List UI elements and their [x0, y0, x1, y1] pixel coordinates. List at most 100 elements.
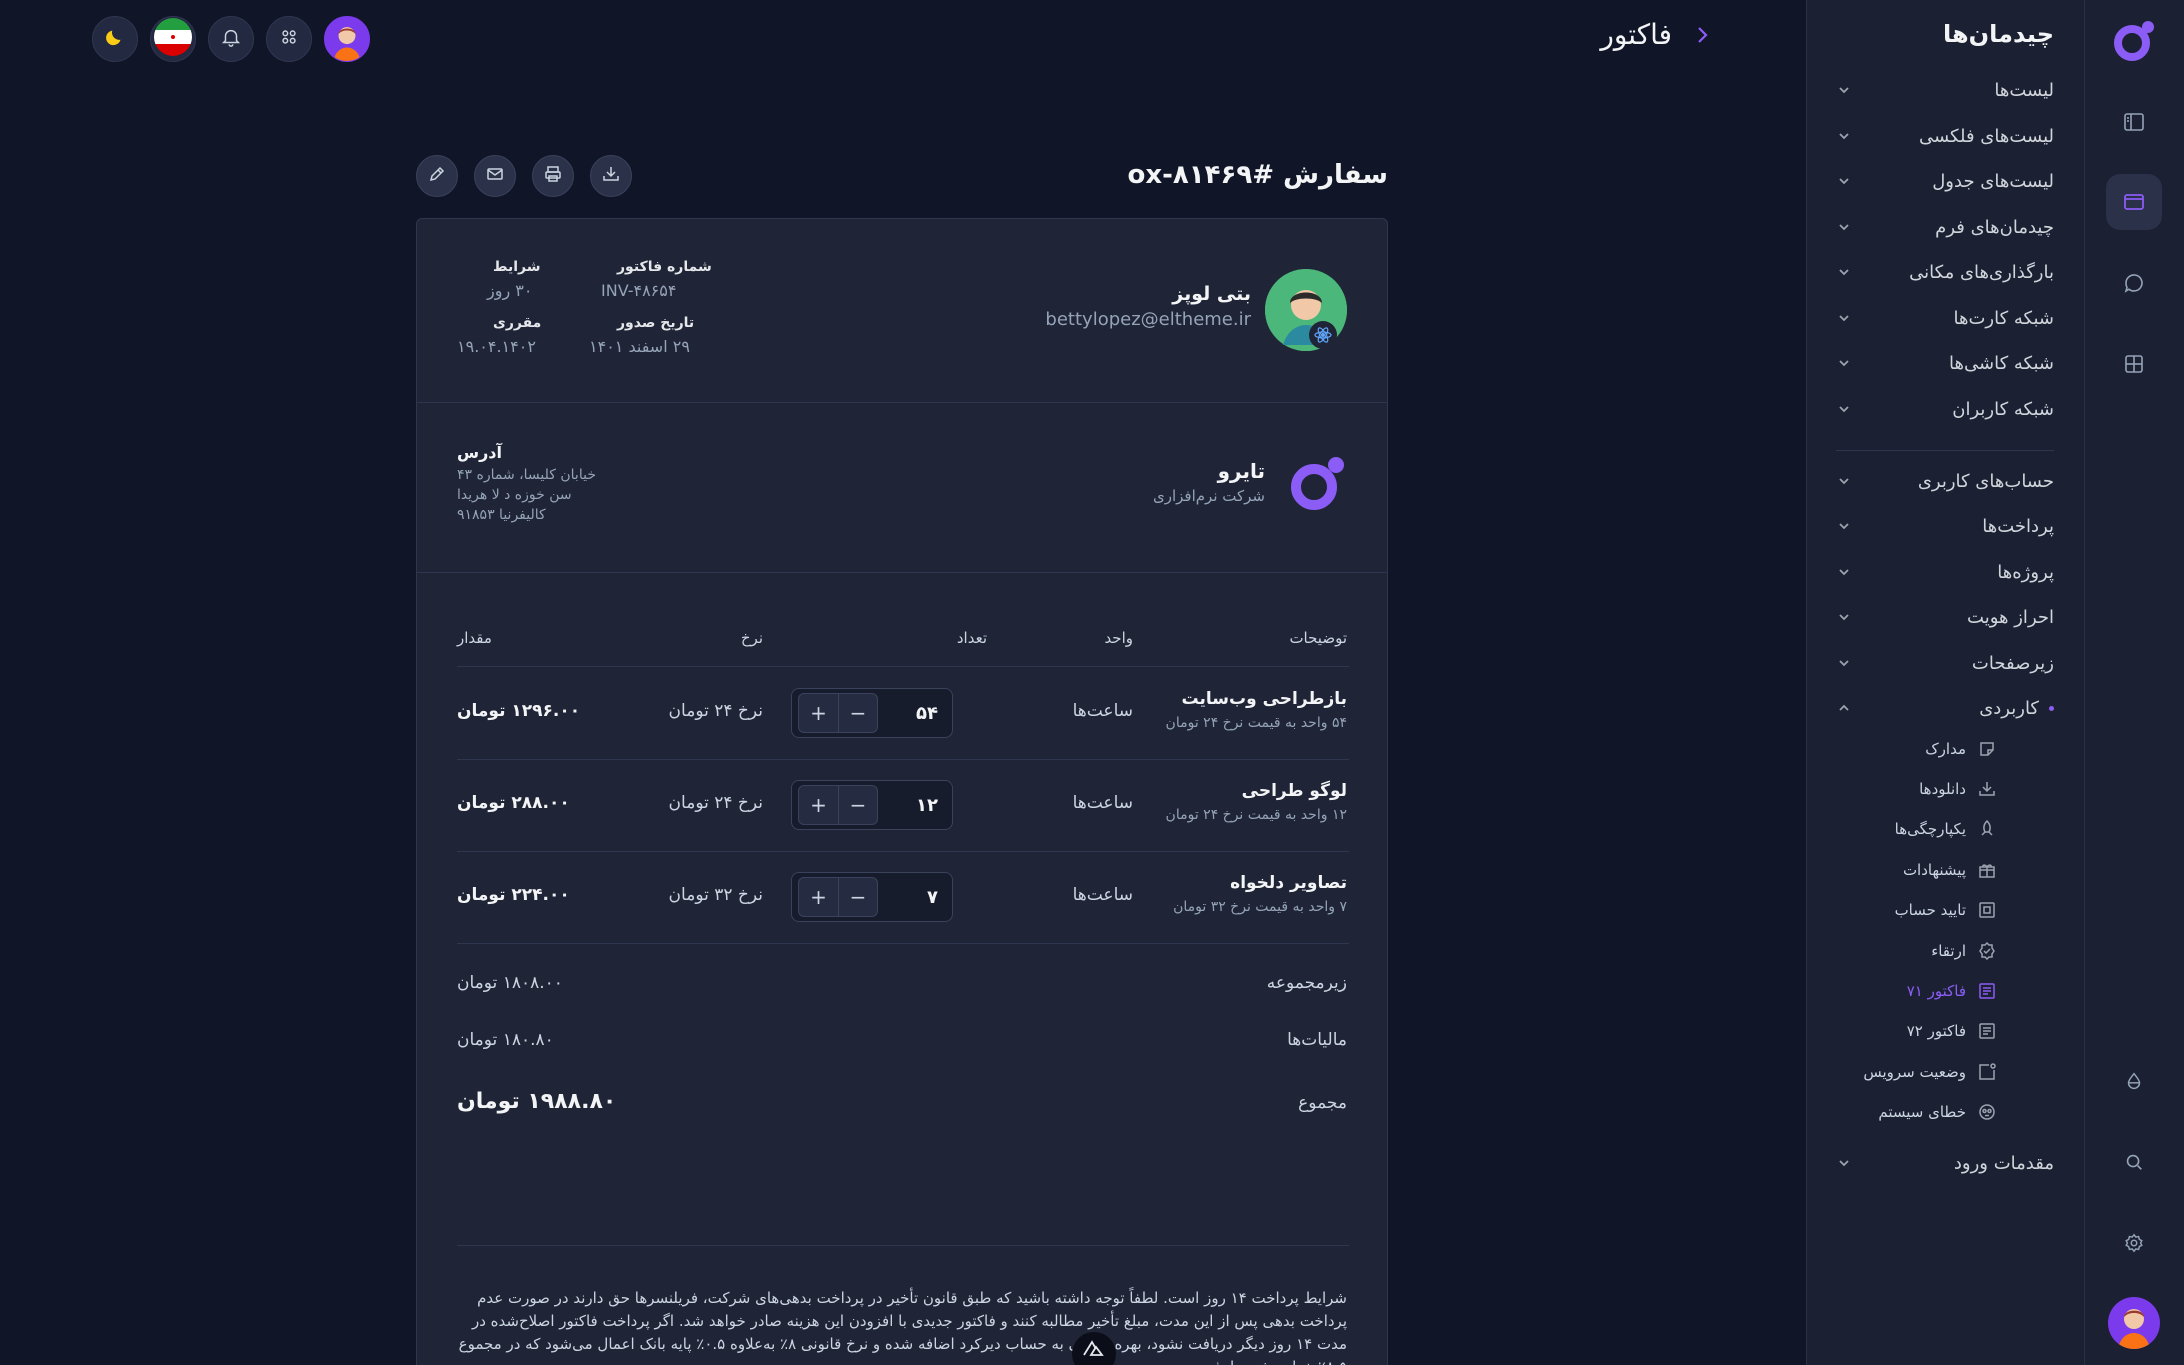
status-icon: [1976, 1061, 1998, 1083]
minus-button[interactable]: −: [838, 693, 878, 733]
moon-icon: [104, 26, 126, 52]
email-button[interactable]: [474, 155, 516, 197]
sub-item-upgrade[interactable]: ارتقاء: [1858, 936, 1998, 966]
grid-icon[interactable]: [2106, 336, 2162, 392]
invoice-icon: [1976, 980, 1998, 1002]
menu-item-tile-grid[interactable]: شبکه کاشی‌ها: [1836, 343, 2054, 383]
client-name: بتی لوپز: [1172, 283, 1251, 305]
company-logo: [1291, 457, 1344, 510]
menu-item-subpages[interactable]: زیرصفحات: [1836, 643, 2054, 683]
due-label: مقرری: [493, 315, 542, 331]
chevron-up-icon: [1836, 700, 1852, 716]
sidebar-toggle-icon[interactable]: [2106, 94, 2162, 150]
settings-gear-icon[interactable]: [2106, 1215, 2162, 1271]
quantity-stepper[interactable]: ۷ − +: [791, 872, 953, 922]
back-arrow-icon[interactable]: [1690, 23, 1714, 47]
col-amount: مقدار: [457, 629, 492, 647]
dark-mode-toggle[interactable]: [92, 16, 138, 62]
menu-item-lists[interactable]: لیست‌ها: [1836, 70, 2054, 110]
terms-label: شرایط: [493, 259, 541, 275]
sub-item-offers[interactable]: پیشنهادات: [1858, 855, 1998, 885]
layouts-icon[interactable]: [2106, 174, 2162, 230]
item-unit: ساعت‌ها: [1072, 885, 1133, 905]
plus-button[interactable]: +: [798, 877, 838, 917]
language-button[interactable]: [150, 16, 196, 62]
quantity-value[interactable]: ۱۲: [878, 795, 946, 816]
menu-item-auth[interactable]: احراز هویت: [1836, 597, 2054, 637]
chevron-down-icon: [1836, 173, 1852, 189]
chevron-down-icon: [1836, 219, 1852, 235]
item-rate: نرخ ۳۲ تومان: [668, 885, 763, 905]
chat-icon[interactable]: [2106, 255, 2162, 311]
item-subtitle: ۱۲ واحد به قیمت نرخ ۲۴ تومان: [1165, 807, 1347, 823]
total-label: مجموع: [1298, 1093, 1347, 1113]
item-amount: ۲۸۸.۰۰ تومان: [457, 793, 570, 813]
invoice-number: INV-۴۸۶۵۴: [601, 281, 677, 300]
minus-button[interactable]: −: [838, 877, 878, 917]
search-icon[interactable]: [2106, 1134, 2162, 1190]
sub-item-invoice-71[interactable]: فاکتور ۷۱: [1858, 976, 1998, 1006]
total-value: ۱۹۸۸.۸۰ تومان: [457, 1089, 617, 1114]
plus-button[interactable]: +: [798, 693, 838, 733]
menu-item-table-lists[interactable]: لیست‌های جدول: [1836, 161, 2054, 201]
item-subtitle: ۵۴ واحد به قیمت نرخ ۲۴ تومان: [1165, 715, 1347, 731]
invoice-number-label: شماره فاکتور: [617, 259, 712, 275]
table-divider: [457, 759, 1349, 760]
minus-button[interactable]: −: [838, 785, 878, 825]
notifications-button[interactable]: [208, 16, 254, 62]
item-unit: ساعت‌ها: [1072, 701, 1133, 721]
menu-item-onboarding[interactable]: مقدمات ورود: [1836, 1143, 2054, 1183]
col-unit: واحد: [1104, 629, 1133, 647]
menu-item-payments[interactable]: پرداخت‌ها: [1836, 506, 2054, 546]
sub-item-service-status[interactable]: وضعیت سرویس: [1858, 1057, 1998, 1087]
download-button[interactable]: [590, 155, 632, 197]
menu-item-accounts[interactable]: حساب‌های کاربری: [1836, 461, 2054, 501]
quantity-value[interactable]: ۵۴: [878, 703, 946, 724]
quantity-stepper[interactable]: ۵۴ − +: [791, 688, 953, 738]
breadcrumb: فاکتور: [1600, 18, 1714, 51]
quantity-stepper[interactable]: ۱۲ − +: [791, 780, 953, 830]
item-name: لوگو طراحی: [1241, 781, 1347, 801]
profile-avatar[interactable]: [324, 16, 370, 62]
table-divider: [457, 943, 1349, 944]
menu-item-card-grid[interactable]: شبکه کارت‌ها: [1836, 298, 2054, 338]
user-avatar[interactable]: [2108, 1297, 2160, 1349]
menu-divider: [1836, 450, 2054, 451]
print-button[interactable]: [532, 155, 574, 197]
col-count: تعداد: [956, 629, 987, 647]
apps-button[interactable]: [266, 16, 312, 62]
menu-item-utility[interactable]: کاربردی: [1836, 688, 2054, 728]
item-subtitle: ۷ واحد به قیمت نرخ ۳۲ تومان: [1173, 899, 1347, 915]
order-title: سفارش #۸۱۴۶۹-ox: [1127, 160, 1388, 190]
top-actions: [92, 16, 370, 62]
error-face-icon: [1976, 1101, 1998, 1123]
droplet-icon[interactable]: [2106, 1053, 2162, 1109]
subtotal-value: ۱۸۰۸.۰۰ تومان: [457, 973, 563, 993]
menu-item-form-layouts[interactable]: چیدمان‌های فرم: [1836, 207, 2054, 247]
company-name: تایرو: [1217, 459, 1265, 483]
sub-item-downloads[interactable]: دانلودها: [1858, 774, 1998, 804]
tax-label: مالیات‌ها: [1287, 1030, 1347, 1050]
menu-item-user-grid[interactable]: شبکه کاربران: [1836, 389, 2054, 429]
plus-button[interactable]: +: [798, 785, 838, 825]
client-email[interactable]: bettylopez@eltheme.ir: [1045, 309, 1251, 330]
quantity-value[interactable]: ۷: [878, 887, 946, 908]
sub-item-invoice-72[interactable]: فاکتور ۷۲: [1858, 1016, 1998, 1046]
nuxt-logo-icon: [1082, 1340, 1106, 1360]
chevron-down-icon: [1836, 1155, 1852, 1171]
menu-item-placeholders[interactable]: بارگذاری‌های مکانی: [1836, 252, 2054, 292]
sub-item-system-error[interactable]: خطای سیستم: [1858, 1097, 1998, 1127]
chevron-down-icon: [1836, 473, 1852, 489]
app-logo[interactable]: [2111, 18, 2157, 64]
menu-item-flex-lists[interactable]: لیست‌های فلکسی: [1836, 116, 2054, 156]
item-unit: ساعت‌ها: [1072, 793, 1133, 813]
mail-icon: [485, 164, 505, 188]
invoice-actions: [416, 155, 632, 197]
menu-item-projects[interactable]: پروژه‌ها: [1836, 552, 2054, 592]
edit-button[interactable]: [416, 155, 458, 197]
sub-item-integrations[interactable]: یکپارچگی‌ها: [1858, 814, 1998, 844]
sub-item-account-verify[interactable]: تایید حساب: [1858, 895, 1998, 925]
issue-date: ۲۹ اسفند ۱۴۰۱: [589, 337, 690, 356]
sub-item-documents[interactable]: مدارک: [1858, 734, 1998, 764]
chevron-down-icon: [1836, 264, 1852, 280]
